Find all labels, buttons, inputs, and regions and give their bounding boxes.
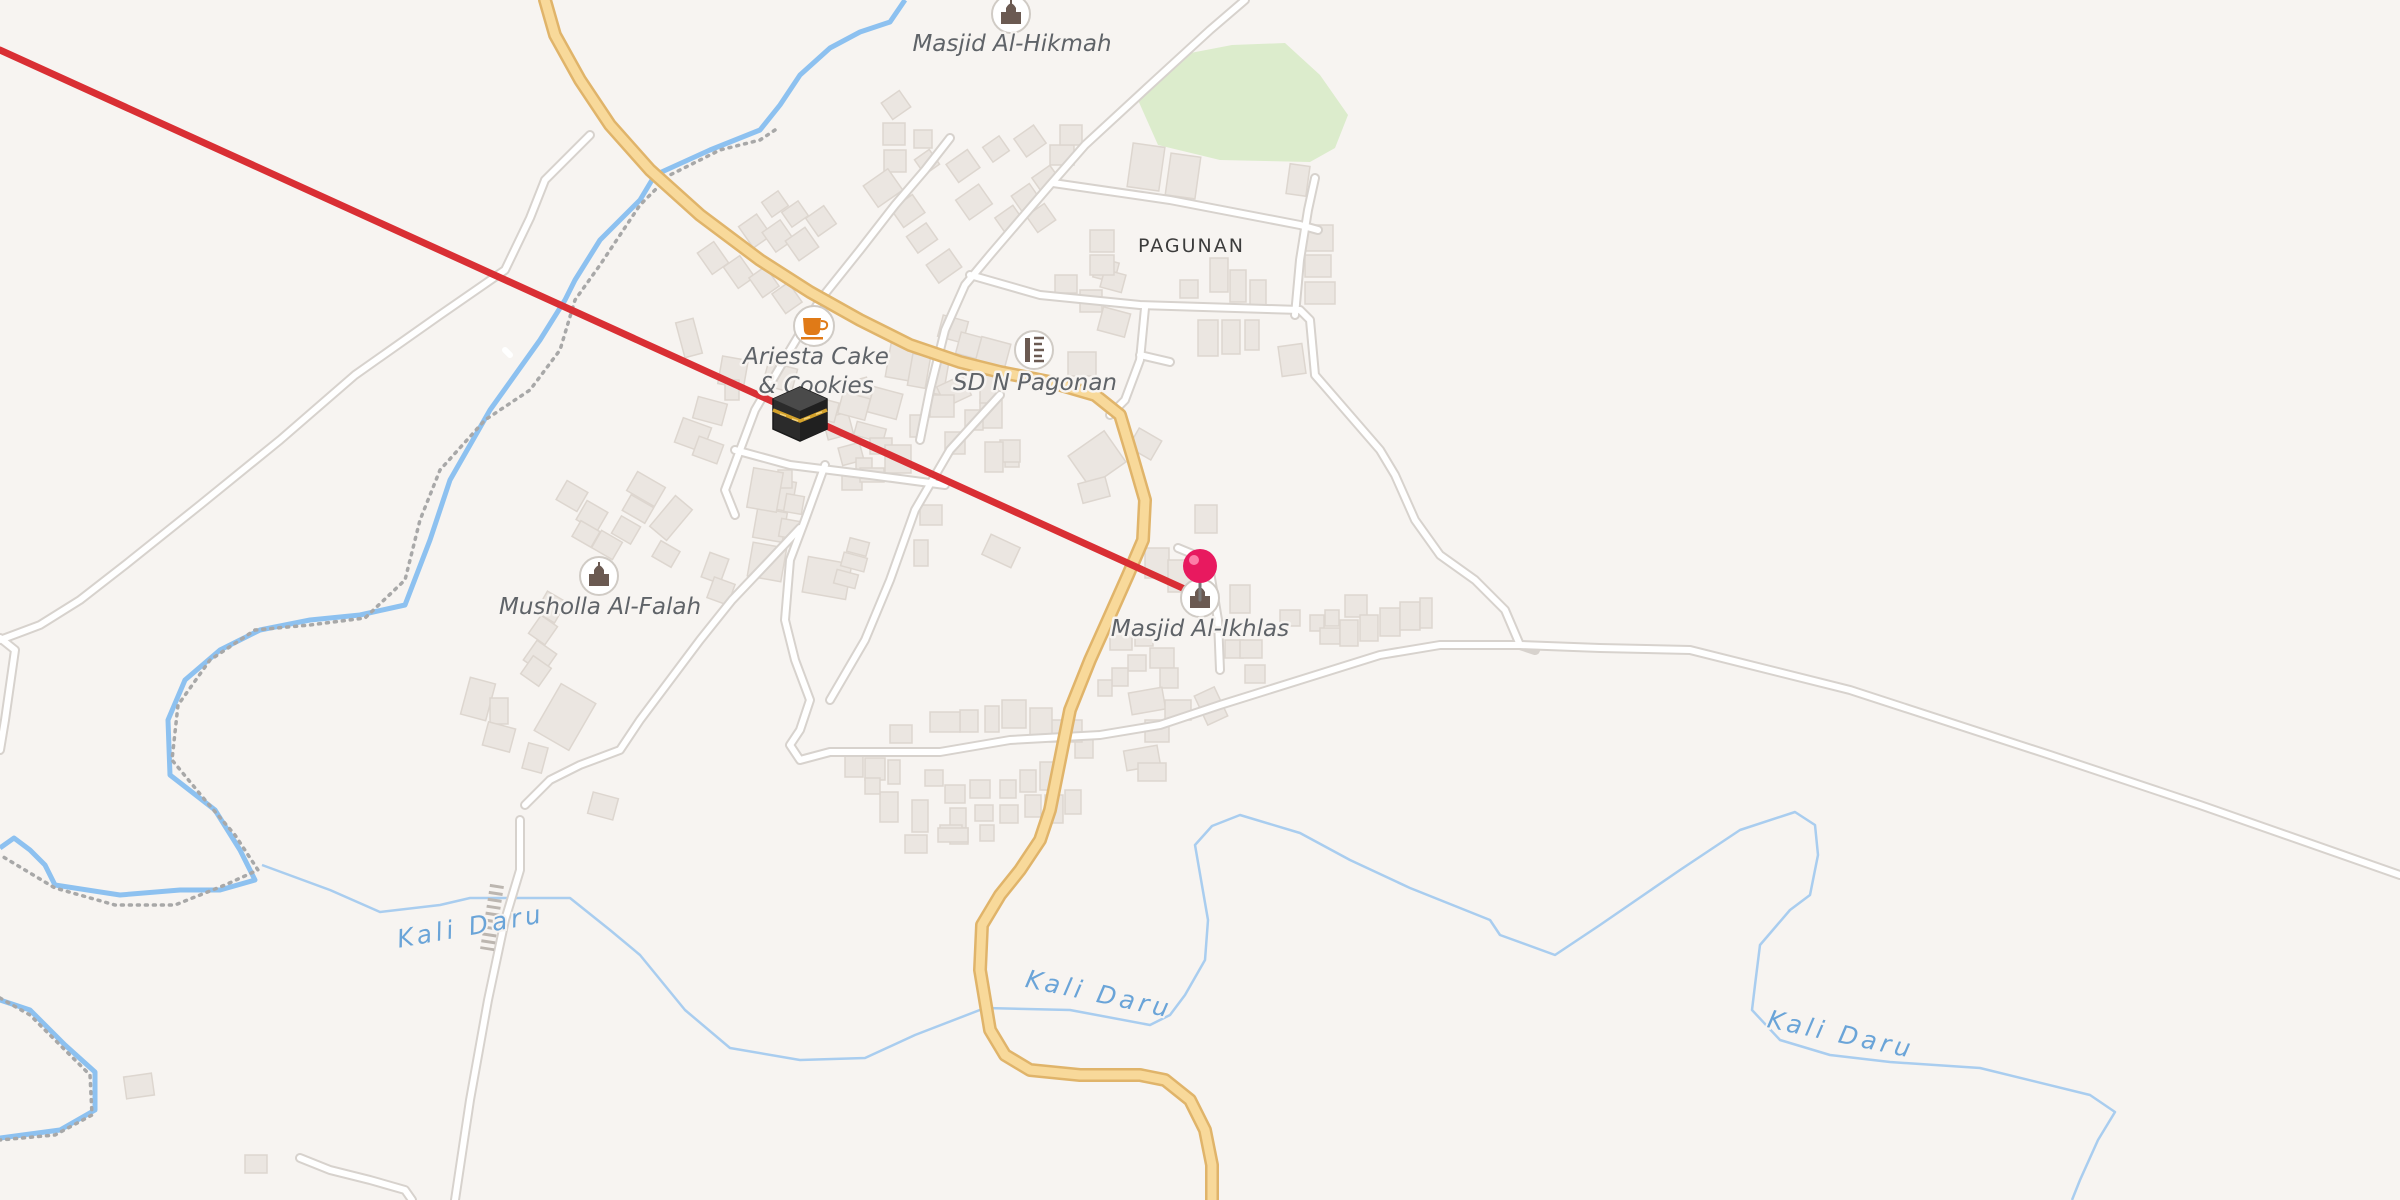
poi-label: Musholla Al-Falah <box>499 594 701 620</box>
school-icon <box>1014 330 1054 370</box>
poi-masjid-al-hikmah[interactable]: Masjid Al-Hikmah <box>910 0 1114 60</box>
poi-label: SD N Pagonan <box>953 370 1117 396</box>
mosque-icon <box>579 556 619 596</box>
coffee-cup-icon <box>793 305 835 347</box>
kaaba-icon[interactable] <box>772 386 828 442</box>
poi-label: Masjid Al-Ikhlas <box>1111 616 1289 642</box>
mosque-icon <box>991 0 1031 34</box>
locality-label: PAGUNAN <box>1138 235 1245 257</box>
map-canvas[interactable]: Kali Daru Kali Daru Kali Daru PAGUNAN Ma… <box>0 0 2400 1200</box>
poi-label: Masjid Al-Hikmah <box>912 31 1111 57</box>
poi-label-line1: Ariesta Cake <box>741 344 889 370</box>
